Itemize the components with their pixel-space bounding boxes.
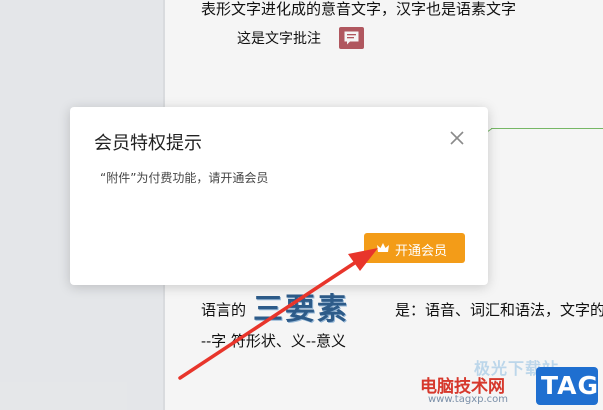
tag-logo: TAG — [536, 367, 598, 405]
watermark-url: www.tagxp.com — [428, 394, 508, 405]
red-arrow-annotation — [178, 248, 378, 380]
tag-logo-text: TAG — [541, 371, 599, 400]
